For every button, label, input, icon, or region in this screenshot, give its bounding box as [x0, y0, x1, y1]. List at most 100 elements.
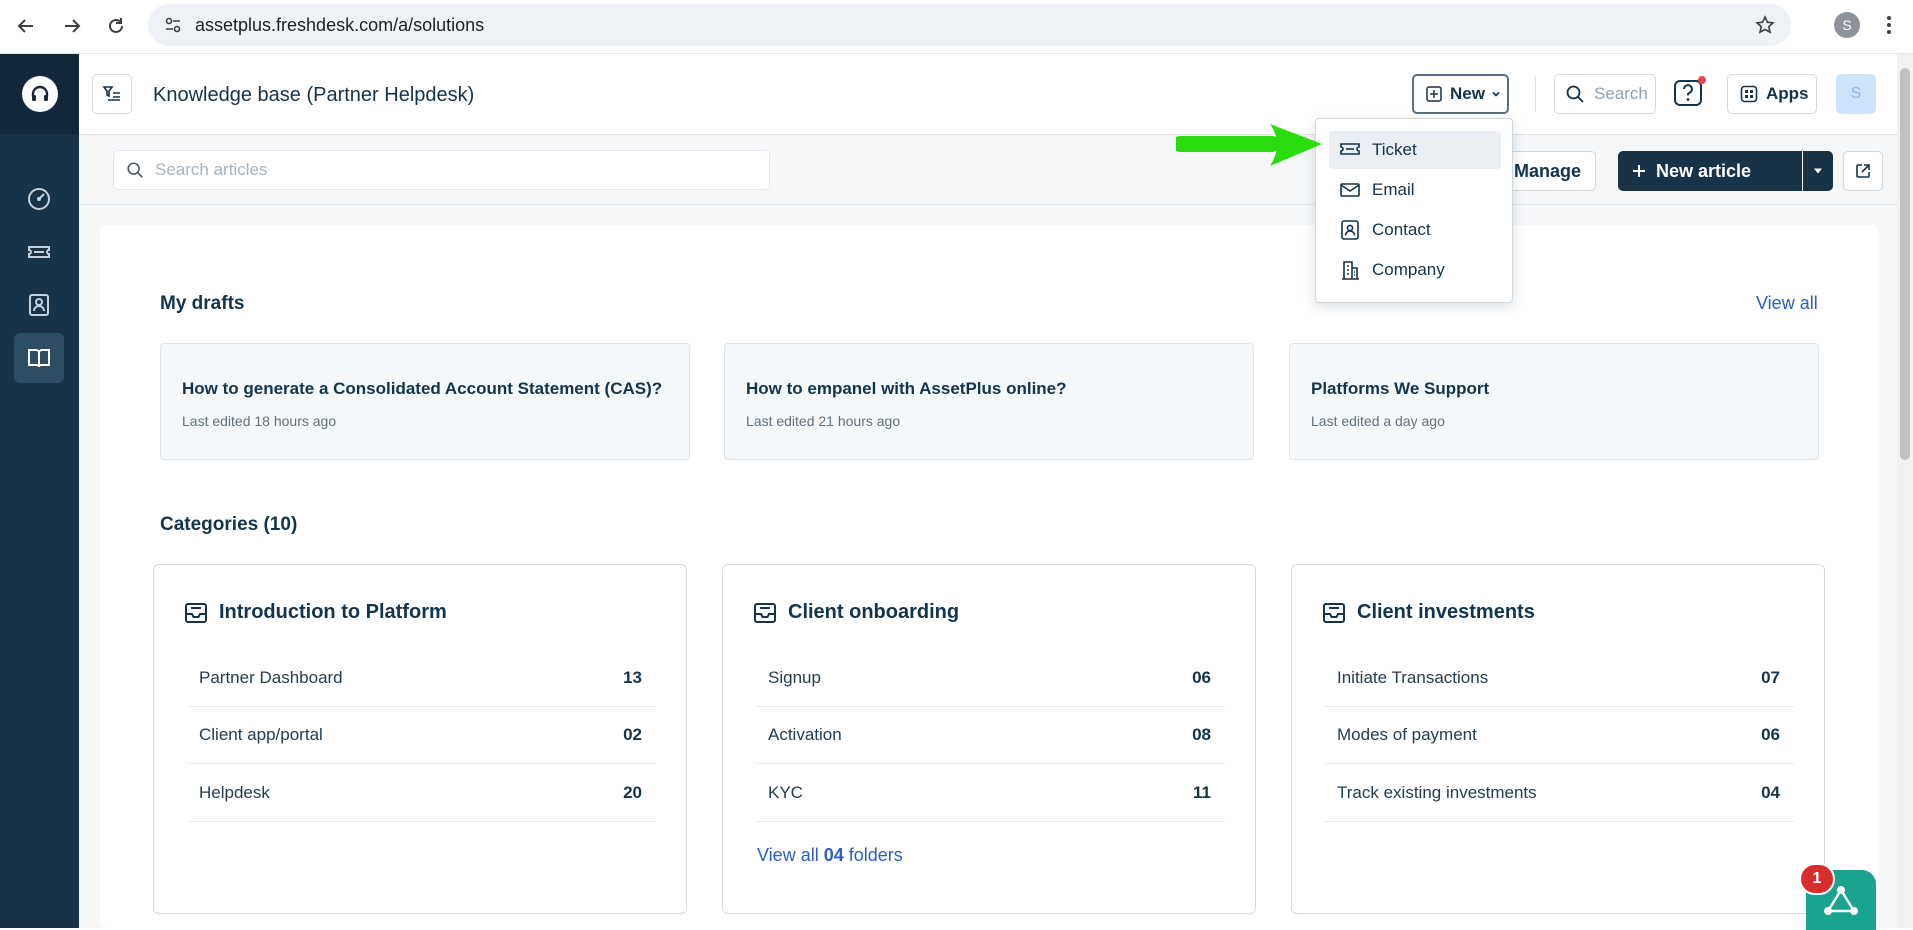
draft-card[interactable]: Platforms We Support Last edited a day a… [1289, 343, 1819, 460]
category-name: Client onboarding [788, 601, 960, 623]
draft-meta: Last edited 18 hours ago [182, 413, 337, 429]
category-card: Client investments Initiate Transactions… [1291, 564, 1825, 914]
app-logo[interactable] [0, 54, 79, 134]
category-name: Client investments [1357, 601, 1535, 623]
header-divider [1535, 76, 1536, 112]
folder-row[interactable]: KYC 11 [755, 765, 1225, 822]
folder-count: 20 [623, 783, 642, 802]
inbox-tray-icon [754, 602, 776, 623]
new-article-dropdown-button[interactable] [1803, 151, 1833, 191]
menu-item-contact[interactable]: Contact [1329, 211, 1501, 249]
folder-count: 07 [1761, 668, 1780, 687]
site-settings-icon[interactable] [164, 16, 182, 34]
menu-item-label: Ticket [1372, 140, 1417, 159]
chat-notification-badge: 1 [1799, 863, 1835, 895]
forward-button[interactable] [56, 10, 88, 42]
sidebar-item-knowledge-base[interactable] [14, 333, 64, 383]
folder-row[interactable]: Helpdesk 20 [186, 765, 656, 822]
draft-card[interactable]: How to empanel with AssetPlus online? La… [724, 343, 1254, 460]
new-article-label: New article [1656, 160, 1752, 181]
sidebar [0, 54, 79, 928]
top-header: Knowledge base (Partner Helpdesk) New Se… [79, 54, 1897, 135]
filter-list-icon [102, 86, 120, 101]
article-search-input[interactable]: Search articles [113, 150, 770, 190]
categories-title: Categories (10) [160, 514, 298, 535]
chevron-down-icon [1492, 91, 1500, 97]
external-link-icon [1856, 164, 1870, 178]
email-icon [1340, 183, 1360, 197]
folder-name: KYC [768, 783, 803, 802]
bookmark-star-icon[interactable] [1755, 15, 1775, 35]
browser-menu-icon[interactable] [1880, 12, 1898, 38]
ticket-icon [28, 246, 50, 258]
arrow-left-icon [17, 19, 33, 33]
manage-button[interactable]: Manage [1508, 151, 1596, 191]
menu-item-ticket[interactable]: Ticket [1329, 131, 1501, 169]
folder-name: Track existing investments [1337, 783, 1537, 802]
sidebar-item-contacts[interactable] [14, 280, 64, 330]
new-button[interactable]: New [1412, 74, 1509, 114]
folder-count: 04 [1761, 783, 1780, 802]
scrollbar-thumb[interactable] [1900, 68, 1910, 460]
folder-row[interactable]: Activation 08 [755, 707, 1225, 764]
folder-row[interactable]: Initiate Transactions 07 [1324, 650, 1794, 707]
view-all-suffix: folders [848, 845, 903, 865]
draft-title: How to empanel with AssetPlus online? [746, 379, 1067, 398]
drafts-view-all-link[interactable]: View all [1756, 293, 1818, 314]
apps-label: Apps [1766, 84, 1809, 103]
folder-row[interactable]: Client app/portal 02 [186, 707, 656, 764]
folder-count: 13 [623, 668, 642, 687]
drafts-title: My drafts [160, 293, 245, 314]
folder-row[interactable]: Track existing investments 04 [1324, 765, 1794, 822]
inbox-tray-icon [1323, 602, 1345, 623]
annotation-arrow-icon [1176, 124, 1322, 166]
book-open-icon [28, 349, 50, 368]
search-icon [1566, 85, 1584, 103]
category-header[interactable]: Client onboarding [753, 601, 959, 624]
folder-row[interactable]: Partner Dashboard 13 [186, 650, 656, 707]
folder-row[interactable]: Signup 06 [755, 650, 1225, 707]
menu-item-email[interactable]: Email [1329, 171, 1501, 209]
open-portal-button[interactable] [1843, 151, 1883, 191]
folder-name: Initiate Transactions [1337, 668, 1489, 687]
view-all-folders-link[interactable]: View all 04 folders [757, 845, 903, 866]
menu-item-company[interactable]: Company [1329, 251, 1501, 289]
ticket-icon [1340, 143, 1360, 155]
notification-dot [1698, 76, 1706, 84]
draft-title: Platforms We Support [1311, 379, 1490, 398]
caret-down-icon [1814, 168, 1822, 174]
menu-item-label: Company [1372, 260, 1445, 279]
kb-toolbar: Search articles Manage New article [79, 135, 1897, 205]
headset-logo-icon [31, 85, 48, 101]
browser-profile-avatar[interactable]: S [1834, 12, 1860, 38]
user-avatar[interactable]: S [1836, 74, 1876, 114]
menu-item-label: Contact [1372, 220, 1431, 239]
reload-button[interactable] [100, 10, 132, 42]
address-bar[interactable]: assetplus.freshdesk.com/a/solutions [148, 4, 1791, 46]
folder-name: Signup [768, 668, 821, 687]
category-header[interactable]: Introduction to Platform [184, 601, 447, 624]
sidebar-item-tickets[interactable] [14, 227, 64, 277]
apps-button[interactable]: Apps [1727, 74, 1817, 114]
folder-name: Activation [768, 725, 842, 744]
contact-icon [29, 294, 49, 316]
back-button[interactable] [10, 10, 42, 42]
sidebar-item-dashboard[interactable] [14, 174, 64, 224]
sidebar-toggle-button[interactable] [92, 74, 132, 114]
dashboard-gauge-icon [28, 188, 50, 210]
new-article-button[interactable]: New article [1618, 151, 1802, 191]
global-search-button[interactable]: Search [1554, 74, 1656, 114]
category-name: Introduction to Platform [219, 601, 447, 623]
folder-name: Partner Dashboard [199, 668, 343, 687]
new-dropdown-menu: Ticket Email Contact Company [1315, 118, 1513, 303]
folder-name: Client app/portal [199, 725, 323, 744]
category-header[interactable]: Client investments [1322, 601, 1535, 624]
folder-row[interactable]: Modes of payment 06 [1324, 707, 1794, 764]
draft-meta: Last edited 21 hours ago [746, 413, 901, 429]
url-text[interactable]: assetplus.freshdesk.com/a/solutions [195, 15, 484, 36]
folder-count: 11 [1193, 783, 1211, 802]
contact-icon [1341, 220, 1359, 240]
draft-card[interactable]: How to generate a Consolidated Account S… [160, 343, 690, 460]
folder-name: Modes of payment [1337, 725, 1477, 744]
folder-count: 08 [1192, 725, 1211, 744]
